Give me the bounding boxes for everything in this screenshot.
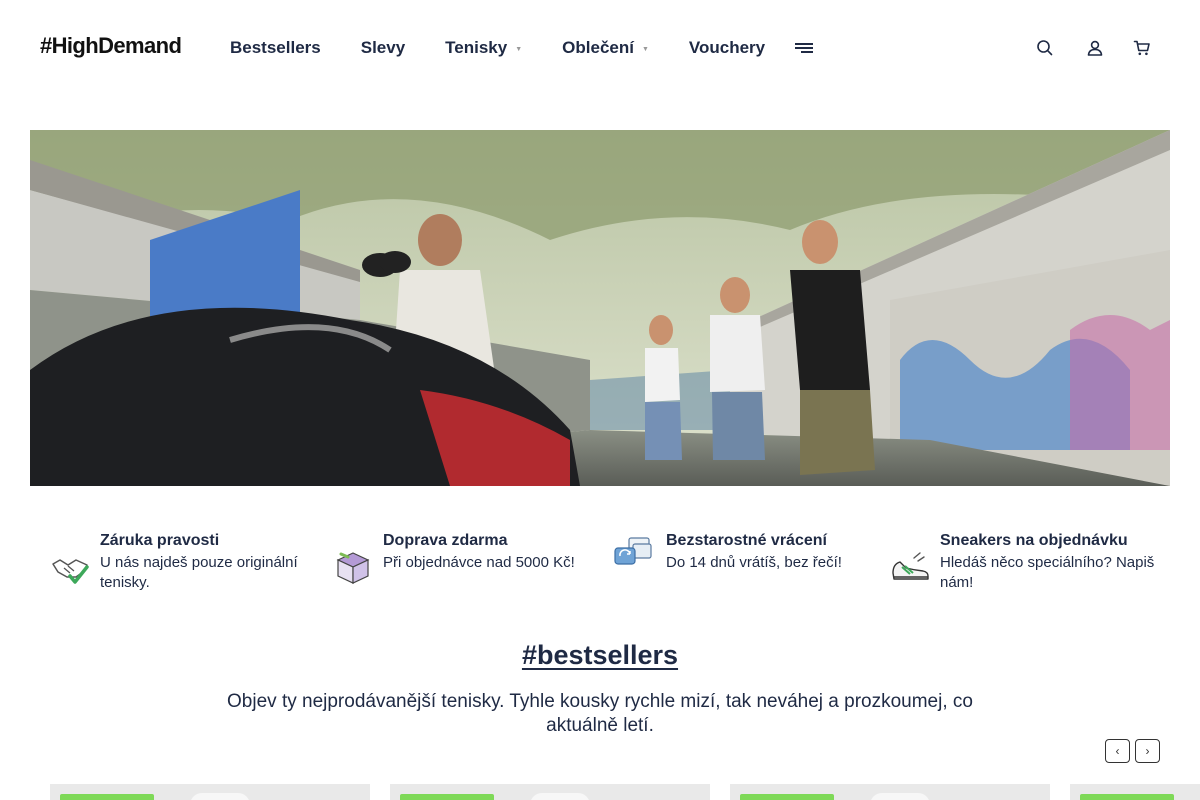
feature-desc: Hledáš něco speciálního? Napiš nám!: [940, 554, 1155, 591]
features-row: Záruka pravosti U nás najdeš pouze origi…: [50, 530, 1160, 600]
site-logo[interactable]: #HighDemand: [40, 33, 182, 59]
product-card[interactable]: [50, 784, 370, 800]
feature-title: Sneakers na objednávku: [940, 532, 1128, 549]
sneaker-icon: [892, 552, 929, 580]
product-card[interactable]: [390, 784, 710, 800]
nav-item-bestsellers[interactable]: Bestsellers: [230, 38, 321, 58]
nav-item-tenisky[interactable]: Tenisky ▼: [445, 38, 522, 58]
nav-item-label: Bestsellers: [230, 38, 321, 57]
cart-icon[interactable]: [1133, 39, 1151, 57]
feature-desc: Při objednávce nad 5000 Kč!: [383, 554, 575, 571]
chevron-down-icon: ▼: [515, 45, 523, 53]
nav-item-label: Oblečení: [562, 38, 634, 57]
feature-title: Doprava zdarma: [383, 532, 508, 549]
nav-item-label: Slevy: [360, 38, 406, 57]
carousel-next-button[interactable]: ›: [1135, 739, 1160, 763]
product-image: [870, 793, 930, 800]
nav-item-label: Tenisky: [445, 38, 508, 57]
product-badge: [400, 794, 494, 800]
product-badge: [60, 794, 154, 800]
hero-banner[interactable]: [30, 130, 1170, 486]
section-description: Objev ty nejprodávanější tenisky. Tyhle …: [227, 691, 973, 736]
product-badge: [1080, 794, 1174, 800]
feature-authenticity: Záruka pravosti U nás najdeš pouze origi…: [50, 530, 315, 593]
product-image: [190, 793, 250, 800]
feature-title: Záruka pravosti: [100, 532, 220, 549]
menu-icon[interactable]: [795, 43, 815, 55]
box-icon: [336, 552, 370, 584]
chevron-left-icon: ‹: [1115, 744, 1120, 758]
bestsellers-link[interactable]: #bestsellers: [522, 640, 678, 670]
product-badge: [740, 794, 834, 800]
nav-item-vouchery[interactable]: Vouchery: [689, 38, 765, 58]
product-card[interactable]: [1070, 784, 1200, 800]
main-nav: Bestsellers Slevy Tenisky ▼ Oblečení ▼ V…: [230, 38, 805, 58]
return-icon: [614, 537, 652, 565]
carousel-prev-button[interactable]: ‹: [1105, 739, 1130, 763]
site-header: #HighDemand Bestsellers Slevy Tenisky ▼ …: [0, 0, 1200, 100]
handshake-icon: [52, 559, 89, 584]
product-card[interactable]: [730, 784, 1050, 800]
nav-item-obleceni[interactable]: Oblečení ▼: [562, 38, 649, 58]
user-icon[interactable]: [1086, 39, 1104, 57]
feature-title: Bezstarostné vrácení: [666, 532, 827, 549]
nav-item-label: Vouchery: [688, 38, 766, 57]
nav-item-slevy[interactable]: Slevy: [361, 38, 405, 58]
product-image: [530, 793, 590, 800]
search-icon[interactable]: [1036, 39, 1054, 57]
feature-free-shipping: Doprava zdarma Při objednávce nad 5000 K…: [333, 530, 593, 586]
feature-desc: U nás najdeš pouze originální tenisky.: [100, 554, 298, 591]
feature-returns: Bezstarostné vrácení Do 14 dnů vrátíš, b…: [610, 530, 870, 573]
street-scene-photo: [30, 130, 1170, 486]
chevron-down-icon: ▼: [641, 45, 649, 53]
feature-desc: Do 14 dnů vrátíš, bez řečí!: [666, 554, 842, 571]
feature-sneakers-on-order: Sneakers na objednávku Hledáš něco speci…: [890, 530, 1160, 593]
section-title: #bestsellers: [0, 640, 1200, 671]
chevron-right-icon: ›: [1145, 744, 1150, 758]
